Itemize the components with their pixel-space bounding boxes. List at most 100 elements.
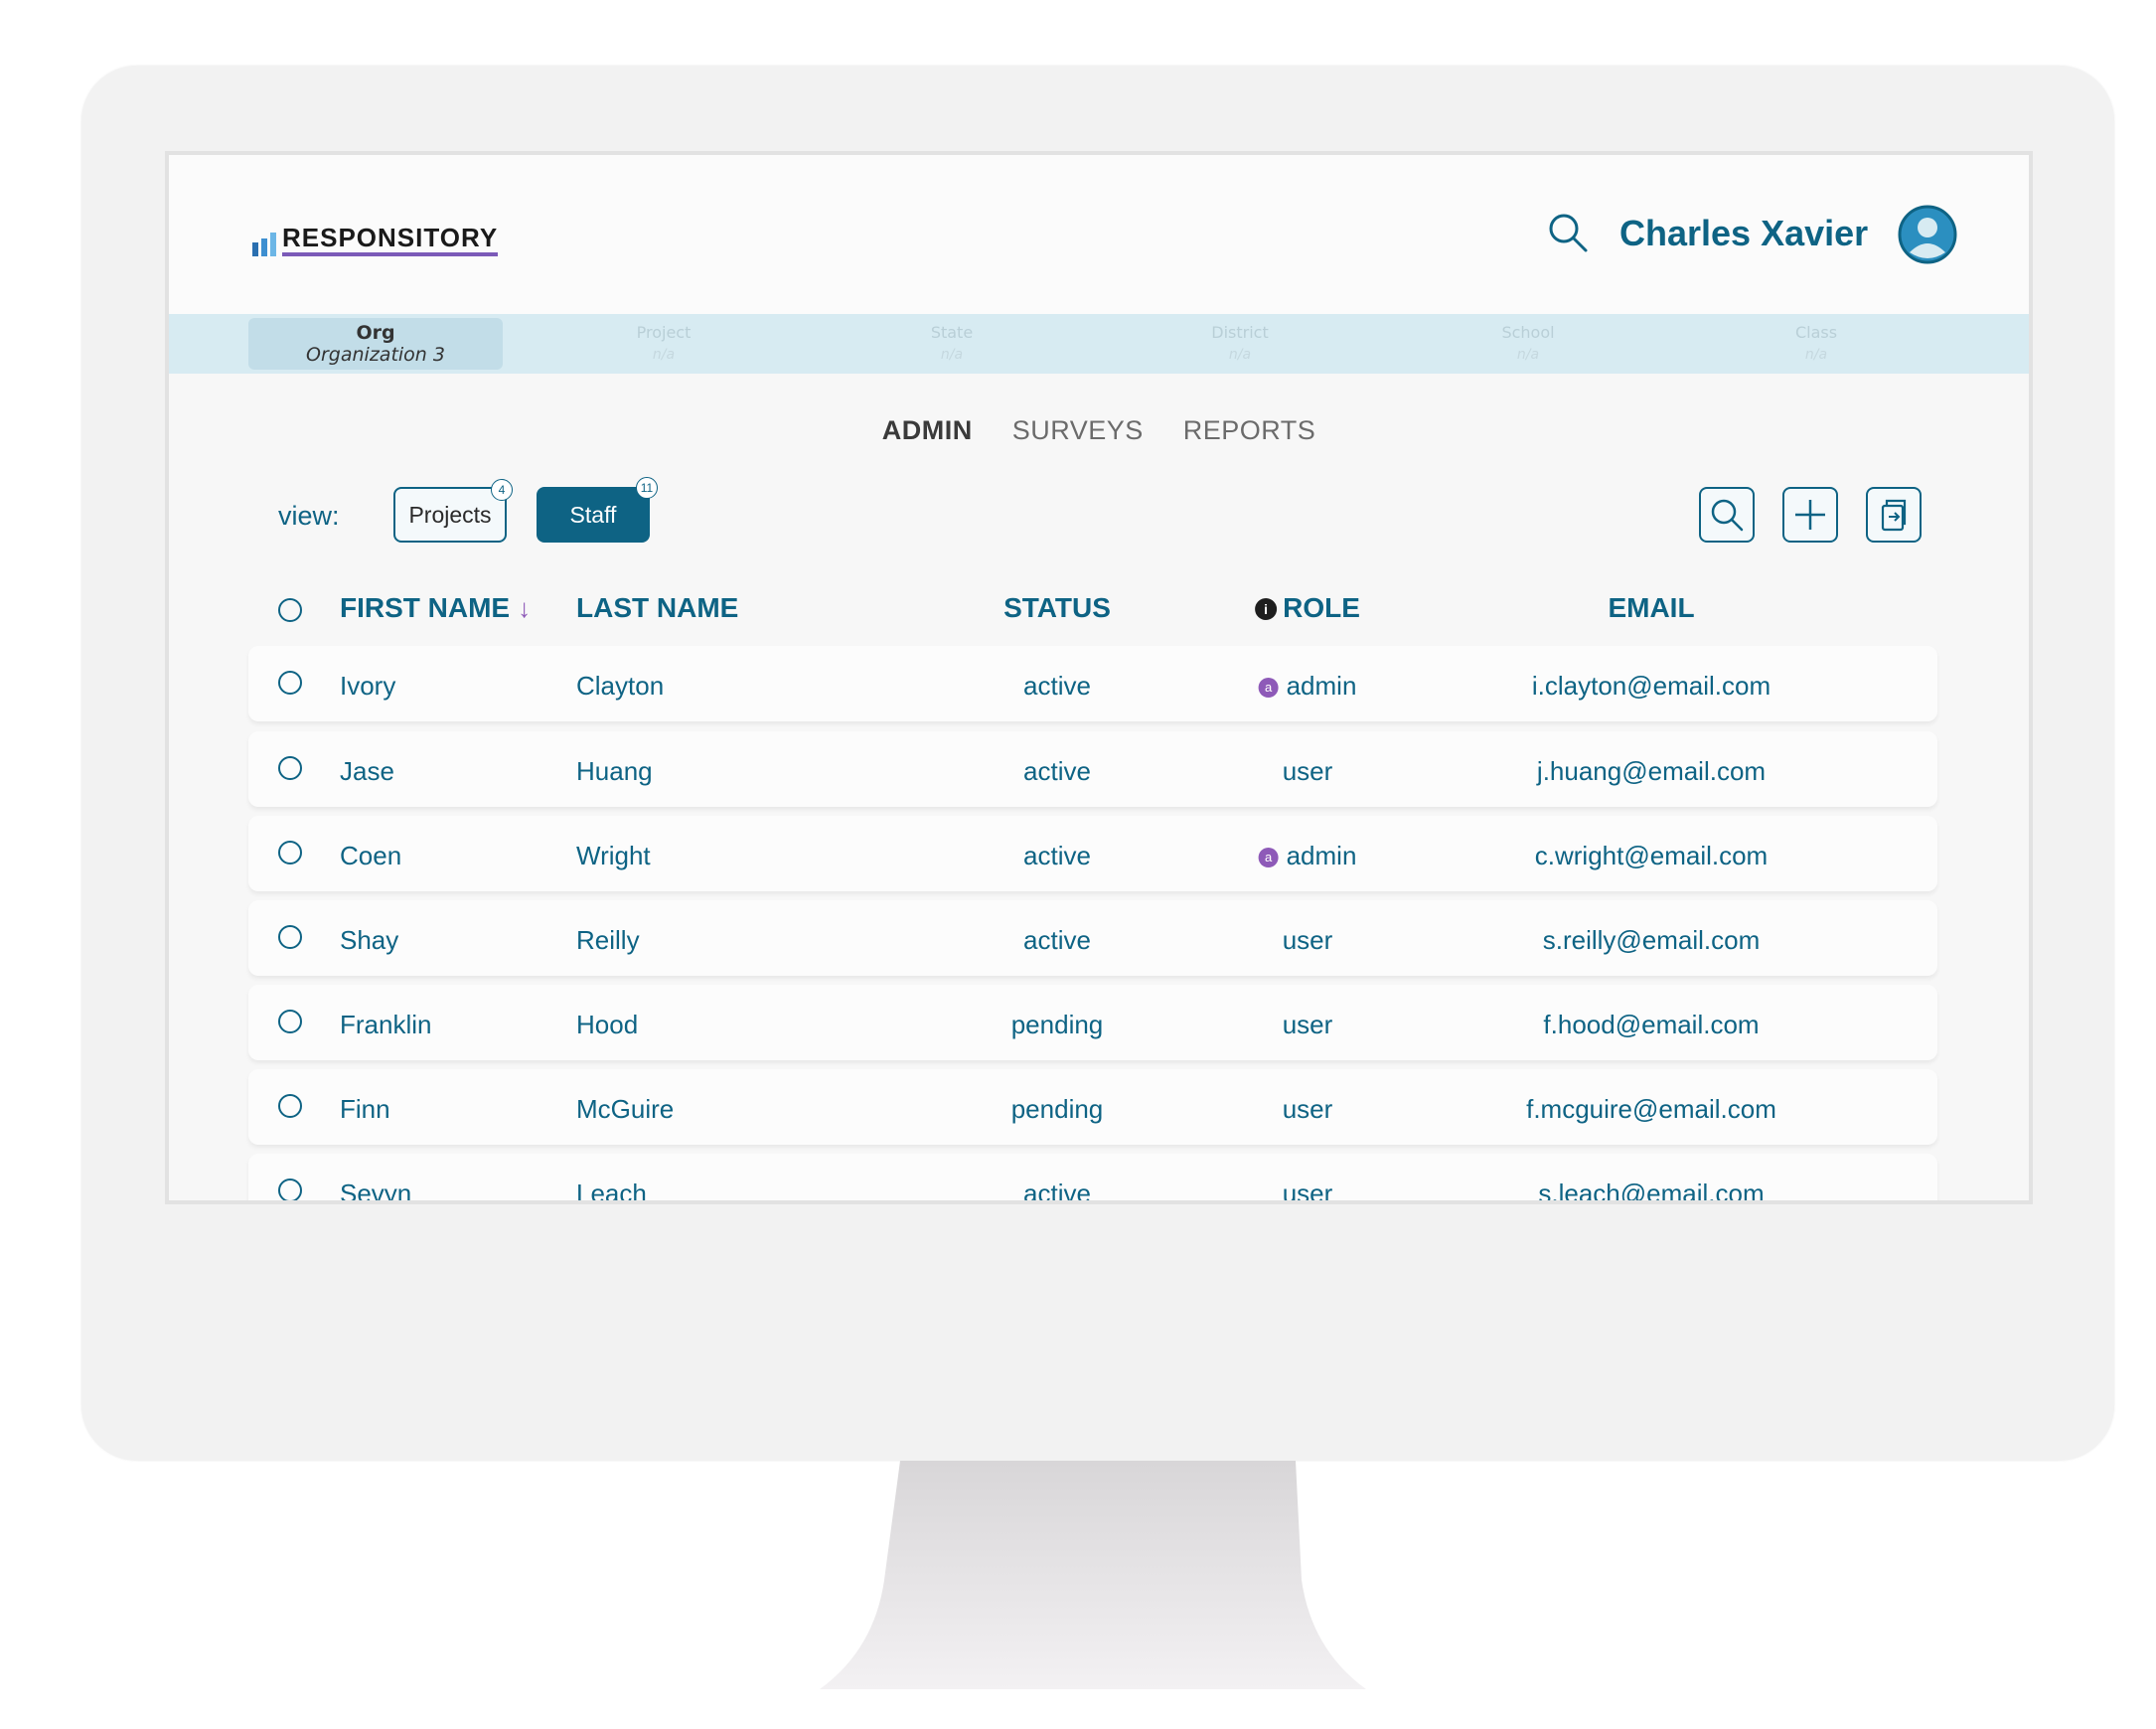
tab-admin[interactable]: ADMIN — [882, 415, 973, 446]
document-export-icon — [1881, 499, 1907, 532]
col-last-name[interactable]: LAST NAME — [576, 592, 738, 624]
user-name[interactable]: Charles Xavier — [1619, 213, 1868, 254]
app-screen: RESPONSITORY Charles Xavier Org Organiza… — [165, 151, 2033, 1204]
cell-first-name: Ivory — [340, 671, 396, 701]
tab-surveys[interactable]: SURVEYS — [1012, 415, 1144, 446]
logo-mark — [252, 233, 276, 256]
cell-email[interactable]: f.mcguire@email.com — [1526, 1094, 1776, 1125]
logo-text: RESPONSITORY — [282, 225, 499, 256]
staff-view-label: Staff — [569, 501, 617, 528]
row-select-radio[interactable] — [278, 841, 302, 864]
cell-last-name: McGuire — [576, 1094, 675, 1124]
cell-role: a admin — [1258, 671, 1356, 702]
cell-role-label: user — [1282, 1179, 1333, 1204]
info-icon[interactable]: i — [1255, 598, 1278, 620]
table-row[interactable]: Jase Huang active user j.huang@email.com — [248, 731, 1937, 807]
cell-last-name: Leach — [576, 1179, 647, 1204]
table-row[interactable]: Ivory Clayton active a admin i.clayton@email.… — [248, 646, 1937, 721]
row-select-radio[interactable] — [278, 925, 302, 949]
header-search-icon[interactable] — [1546, 211, 1590, 254]
table-search-button[interactable] — [1699, 487, 1755, 543]
row-select-radio[interactable] — [278, 756, 302, 780]
crumb-label: State — [930, 323, 974, 342]
cell-last-name: Hood — [576, 1010, 639, 1039]
col-role-label: ROLE — [1283, 592, 1360, 623]
cell-email[interactable]: f.hood@email.com — [1543, 1010, 1759, 1040]
export-button[interactable] — [1866, 487, 1922, 543]
cell-email[interactable]: c.wright@email.com — [1535, 841, 1768, 871]
table-row[interactable]: Coen Wright active a admin c.wright@email.com — [248, 816, 1937, 891]
view-label: view: — [278, 501, 340, 531]
main-nav-tabs: ADMIN SURVEYS REPORTS — [169, 415, 2029, 446]
cell-first-name: Shay — [340, 925, 399, 955]
staff-count-badge: 11 — [636, 477, 658, 499]
logo[interactable]: RESPONSITORY — [252, 225, 499, 256]
crumb-label: Org — [356, 322, 395, 344]
cell-status: active — [1023, 756, 1091, 786]
row-select-radio[interactable] — [278, 1179, 302, 1200]
cell-email[interactable]: s.leach@email.com — [1538, 1179, 1764, 1200]
cell-role-label: admin — [1286, 841, 1357, 870]
cell-last-name: Clayton — [576, 671, 665, 701]
row-select-radio[interactable] — [278, 671, 302, 695]
row-select-radio[interactable] — [278, 1010, 302, 1033]
cell-email[interactable]: s.reilly@email.com — [1543, 925, 1761, 956]
cell-role-label: user — [1282, 1094, 1333, 1124]
col-first-name[interactable]: FIRST NAME ↓ — [340, 592, 531, 624]
cell-first-name: Franklin — [340, 1010, 432, 1039]
breadcrumb: Org Organization 3 Project n/a State n/a… — [169, 314, 2029, 374]
cell-email[interactable]: i.clayton@email.com — [1532, 671, 1771, 702]
cell-status: active — [1023, 841, 1091, 870]
crumb-value: n/a — [1228, 347, 1252, 363]
crumb-school[interactable]: School n/a — [1401, 318, 1655, 370]
col-status[interactable]: STATUS — [1003, 592, 1111, 624]
row-select-radio[interactable] — [278, 1094, 302, 1118]
cell-first-name: Jase — [340, 756, 394, 786]
crumb-value: Organization 3 — [306, 344, 445, 366]
table-row[interactable]: Shay Reilly active user s.reilly@email.com — [248, 900, 1937, 976]
cell-email[interactable]: j.huang@email.com — [1537, 756, 1766, 787]
table-row[interactable]: Finn McGuire pending user f.mcguire@email.co… — [248, 1069, 1937, 1145]
cell-status: active — [1023, 1179, 1091, 1204]
cell-role: user — [1283, 1010, 1333, 1040]
crumb-label: District — [1211, 323, 1269, 342]
select-all-radio[interactable] — [278, 598, 302, 622]
crumb-label: Project — [636, 323, 692, 342]
cell-status: pending — [1010, 1010, 1104, 1039]
cell-first-name: Coen — [340, 841, 402, 870]
add-staff-button[interactable] — [1782, 487, 1838, 543]
crumb-district[interactable]: District n/a — [1113, 318, 1367, 370]
crumb-value: n/a — [1516, 347, 1540, 363]
cell-last-name: Reilly — [576, 925, 640, 955]
crumb-label: Class — [1794, 323, 1838, 342]
crumb-state[interactable]: State n/a — [825, 318, 1079, 370]
crumb-project[interactable]: Project n/a — [537, 318, 791, 370]
cell-status: pending — [1010, 1094, 1104, 1124]
user-avatar-icon[interactable] — [1898, 205, 1957, 264]
table-row[interactable]: Sevyn Leach active user s.leach@email.com — [248, 1154, 1937, 1204]
crumb-org[interactable]: Org Organization 3 — [248, 318, 503, 370]
crumb-value: n/a — [940, 347, 964, 363]
cell-first-name: Sevyn — [340, 1179, 412, 1204]
tab-reports[interactable]: REPORTS — [1183, 415, 1316, 446]
sort-down-icon[interactable]: ↓ — [518, 593, 531, 623]
col-first-name-label: FIRST NAME — [340, 592, 511, 623]
col-role[interactable]: i ROLE — [1255, 592, 1360, 624]
cell-role-label: user — [1282, 1010, 1333, 1039]
cell-role: user — [1283, 1094, 1333, 1125]
cell-role: user — [1283, 756, 1333, 787]
col-email[interactable]: EMAIL — [1608, 592, 1694, 624]
staff-view-button[interactable]: Staff 11 — [537, 477, 658, 543]
search-icon — [1711, 499, 1744, 532]
projects-view-button[interactable]: Projects 4 — [393, 479, 513, 543]
crumb-value: n/a — [1804, 347, 1828, 363]
crumb-label: School — [1501, 323, 1555, 342]
table-row[interactable]: Franklin Hood pending user f.hood@email.com — [248, 985, 1937, 1060]
cell-role: a admin — [1258, 841, 1357, 871]
admin-badge-icon: a — [1258, 848, 1279, 867]
cell-last-name: Huang — [576, 756, 653, 786]
crumb-class[interactable]: Class n/a — [1689, 318, 1943, 370]
cell-last-name: Wright — [576, 841, 651, 870]
projects-view-label: Projects — [408, 501, 492, 528]
cell-role: user — [1283, 925, 1333, 956]
